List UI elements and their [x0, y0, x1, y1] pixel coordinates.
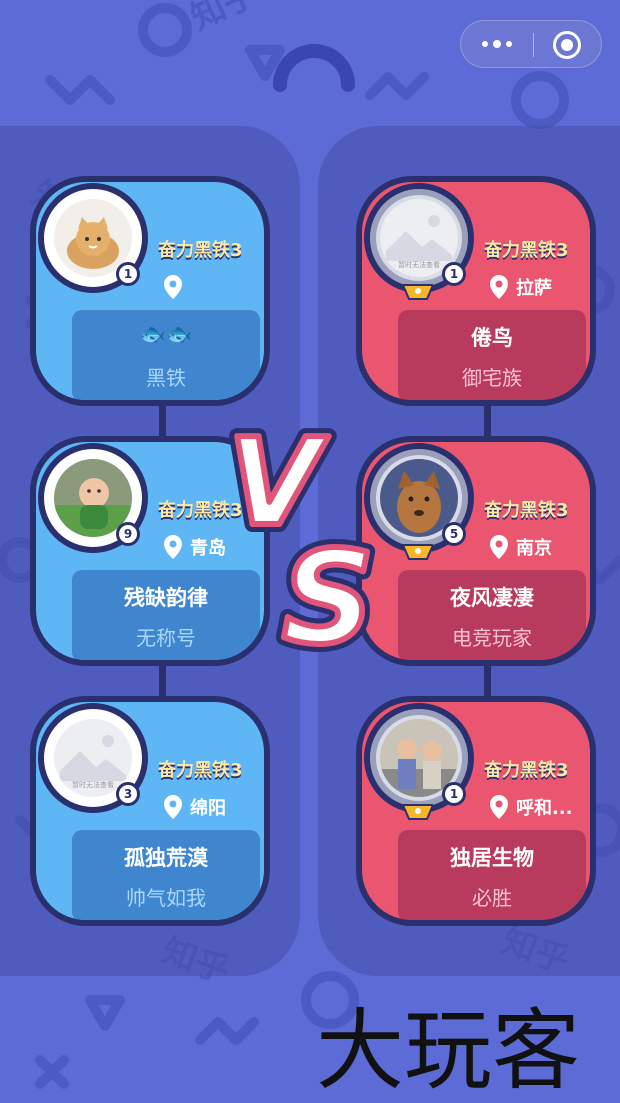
avatar-placeholder-text: 暂时无法查看: [398, 260, 440, 269]
player-title: 电竞玩家: [452, 626, 532, 650]
player-name: 倦鸟: [471, 326, 513, 350]
location-pin-icon: [164, 535, 182, 559]
location: 拉萨: [490, 274, 552, 300]
location: 绵阳: [164, 794, 226, 820]
vs-letter-s: S: [282, 524, 374, 670]
connector-line: [159, 400, 166, 440]
level-badge: 9: [116, 522, 140, 546]
connector-line: [484, 660, 491, 700]
player-name: 夜风凄凄: [450, 586, 534, 610]
location-pin-icon: [490, 535, 508, 559]
level-badge: 1: [116, 262, 140, 286]
player-title: 黑铁: [146, 366, 186, 390]
medal-icon: [403, 284, 433, 300]
more-dots-icon: [482, 41, 488, 47]
location-text: 呼和...: [516, 798, 573, 819]
connector-line: [484, 400, 491, 440]
location-pin-icon: [164, 275, 182, 299]
watermark: 知乎: [185, 0, 264, 38]
location-text: 绵阳: [190, 798, 226, 819]
location-pin-icon: [490, 275, 508, 299]
location: 南京: [490, 534, 552, 560]
location-text: 南京: [516, 538, 552, 559]
brand-text: 大玩客: [316, 999, 580, 1095]
player-name: 独居生物: [450, 846, 534, 870]
location-text: 拉萨: [516, 278, 552, 299]
level-badge: 5: [442, 522, 466, 546]
vs-emblem: V V S S: [220, 420, 382, 670]
rank-label: 奋力黑铁3: [158, 240, 243, 261]
avatar-placeholder-text: 暂时无法查看: [72, 780, 114, 789]
location: [164, 274, 190, 300]
player-title: 帅气如我: [126, 886, 206, 910]
capsule-divider: [533, 33, 534, 57]
level-badge: 3: [116, 782, 140, 806]
rank-label: 奋力黑铁3: [484, 500, 569, 521]
player-name: 🐟🐟: [139, 322, 193, 346]
player-title: 御宅族: [462, 366, 522, 390]
rank-label: 奋力黑铁3: [484, 760, 569, 781]
level-badge: 1: [442, 782, 466, 806]
location: 呼和...: [490, 794, 573, 820]
location: 青岛: [164, 534, 226, 560]
connector-line: [159, 660, 166, 700]
player-title: 必胜: [472, 886, 512, 910]
rank-label: 奋力黑铁3: [484, 240, 569, 261]
medal-icon: [403, 544, 433, 560]
rank-label: 奋力黑铁3: [158, 760, 243, 781]
more-button[interactable]: [461, 21, 533, 67]
brand-logo: 大玩客: [316, 999, 580, 1095]
medal-icon: [403, 804, 433, 820]
player-name: 孤独荒漠: [124, 846, 208, 870]
location-pin-icon: [490, 795, 508, 819]
level-badge: 1: [442, 262, 466, 286]
capsule-menu: [460, 20, 602, 68]
target-close-icon[interactable]: [553, 31, 581, 59]
location-pin-icon: [164, 795, 182, 819]
